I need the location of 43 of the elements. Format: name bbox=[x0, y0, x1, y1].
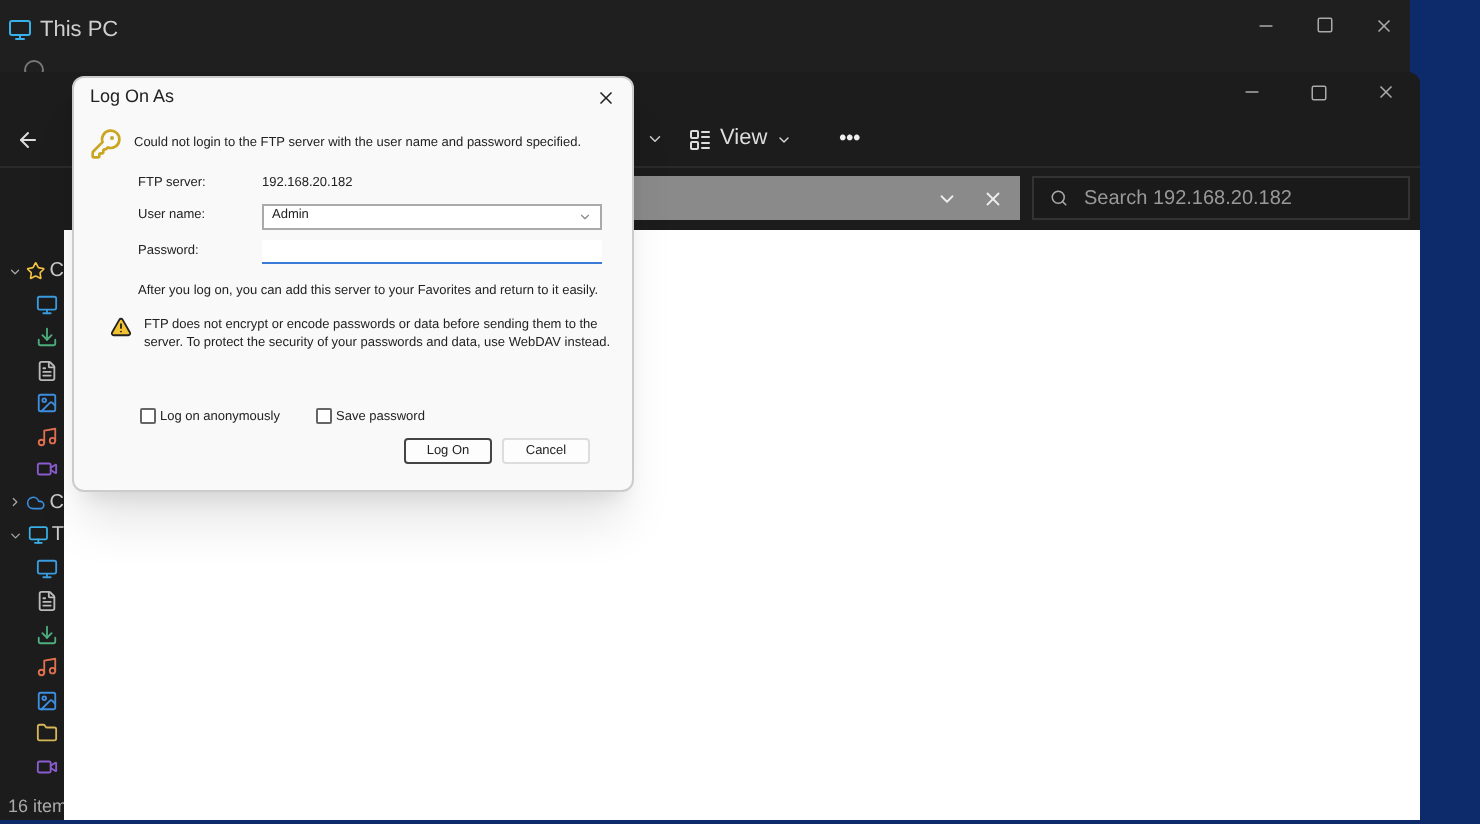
document-icon[interactable] bbox=[36, 359, 58, 382]
search-input[interactable]: Search 192.168.20.182 bbox=[1084, 183, 1392, 214]
keys-icon bbox=[90, 128, 122, 160]
checkbox[interactable] bbox=[140, 408, 156, 425]
nav-label[interactable]: T bbox=[51, 520, 64, 551]
download-icon[interactable] bbox=[36, 623, 58, 646]
close-icon[interactable] bbox=[1376, 82, 1396, 103]
maximize-icon[interactable] bbox=[1316, 16, 1334, 34]
back-arrow-icon[interactable] bbox=[16, 127, 40, 152]
folder-icon[interactable] bbox=[36, 722, 58, 745]
search-icon bbox=[1050, 188, 1068, 209]
music-icon[interactable] bbox=[36, 656, 58, 679]
close-icon[interactable] bbox=[596, 88, 616, 108]
computer-icon[interactable] bbox=[27, 524, 48, 547]
computer-icon bbox=[8, 18, 32, 42]
video-icon[interactable] bbox=[36, 458, 58, 481]
warning-icon bbox=[110, 315, 132, 337]
desktop-icon[interactable] bbox=[36, 293, 58, 316]
picture-icon[interactable] bbox=[36, 689, 58, 712]
nav-label[interactable]: C bbox=[49, 487, 64, 518]
dialog-title: Log On As bbox=[90, 84, 175, 111]
search-field[interactable]: Search 192.168.20.182 bbox=[1032, 176, 1410, 221]
document-icon[interactable] bbox=[36, 590, 58, 613]
chevron-icon[interactable] bbox=[8, 527, 24, 544]
window-title: This PC bbox=[40, 15, 119, 46]
cloud-icon[interactable] bbox=[26, 491, 46, 514]
view-icon bbox=[688, 127, 712, 152]
more-button[interactable]: ••• bbox=[839, 124, 861, 155]
music-icon[interactable] bbox=[36, 425, 58, 448]
desktop-icon[interactable] bbox=[36, 557, 58, 580]
picture-icon[interactable] bbox=[36, 392, 58, 415]
nav-label[interactable]: C bbox=[49, 256, 64, 287]
close-icon[interactable] bbox=[1374, 16, 1394, 36]
password-field[interactable] bbox=[262, 239, 602, 264]
chevron-icon[interactable] bbox=[8, 494, 23, 511]
video-icon[interactable] bbox=[36, 755, 58, 778]
star-icon[interactable] bbox=[26, 260, 46, 283]
dropdown-icon bbox=[578, 209, 592, 224]
maximize-icon[interactable] bbox=[1310, 83, 1328, 102]
clear-icon[interactable] bbox=[982, 187, 1004, 210]
checkbox[interactable] bbox=[316, 408, 332, 425]
view-button[interactable]: View bbox=[680, 122, 800, 156]
download-icon[interactable] bbox=[36, 326, 58, 349]
